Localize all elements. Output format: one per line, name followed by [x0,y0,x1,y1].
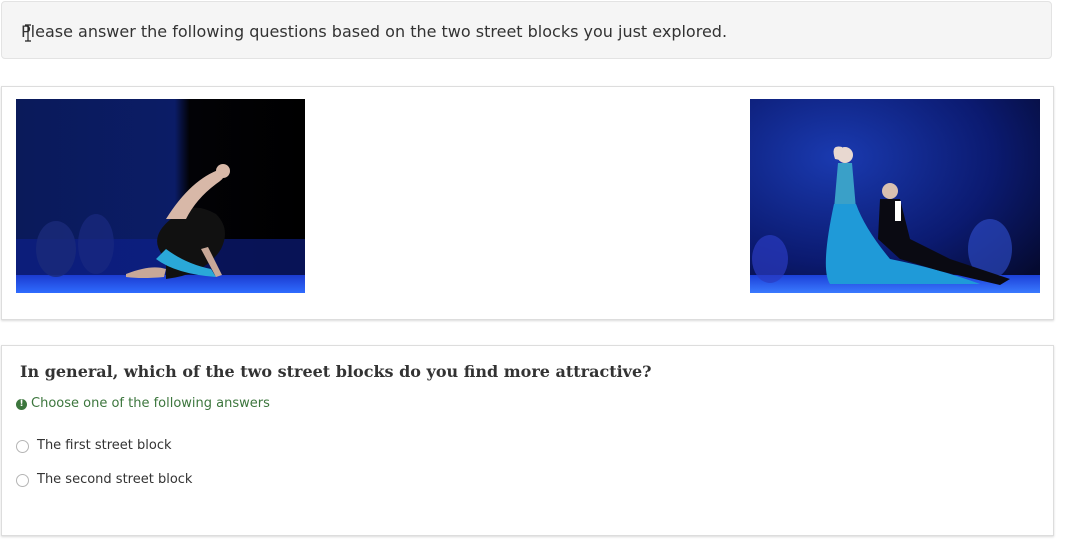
exclamation-circle-icon: ! [16,398,27,410]
images-panel [1,86,1054,320]
option-label-first: The first street block [37,438,172,453]
radio-second-street-block[interactable] [16,473,29,487]
question-panel: In general, which of the two street bloc… [1,345,1054,536]
first-street-block-photo [16,99,305,293]
radio-first-street-block[interactable] [16,439,29,453]
text-cursor-icon [25,24,31,42]
option-first-street-block[interactable]: The first street block [16,438,172,454]
intro-text: Please answer the following questions ba… [21,22,728,41]
option-second-street-block[interactable]: The second street block [16,472,192,488]
hint-label: Choose one of the following answers [31,396,270,411]
intro-box: Please answer the following questions ba… [1,1,1052,59]
hint-text: ! Choose one of the following answers [16,396,270,412]
option-label-second: The second street block [37,472,193,487]
question-title: In general, which of the two street bloc… [20,362,652,381]
survey-page: Please answer the following questions ba… [0,0,1067,550]
second-street-block-photo [750,99,1040,293]
